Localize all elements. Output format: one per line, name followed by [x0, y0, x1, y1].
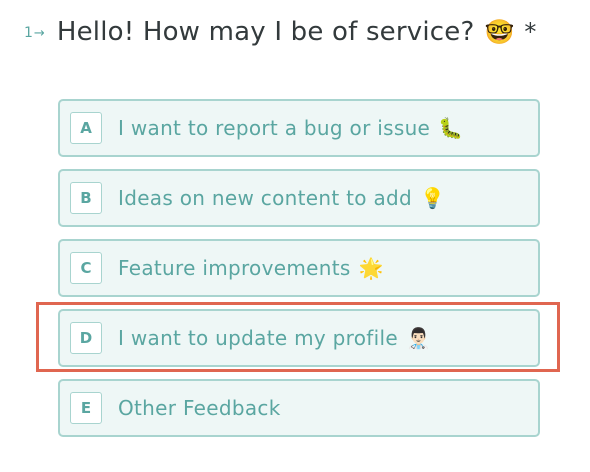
question-title: Hello! How may I be of service?: [56, 17, 475, 47]
choice-key-c: C: [70, 252, 102, 284]
choice-key-b: B: [70, 182, 102, 214]
arrow-right-icon: →: [33, 25, 45, 41]
question-number-value: 1: [24, 25, 33, 41]
choice-label-e: Other Feedback: [118, 396, 281, 420]
choice-key-a: A: [70, 112, 102, 144]
choice-option-c[interactable]: C Feature improvements 🌟: [58, 239, 540, 297]
choice-option-e[interactable]: E Other Feedback: [58, 379, 540, 437]
lightbulb-icon: 💡: [420, 186, 445, 210]
choice-option-a[interactable]: A I want to report a bug or issue 🐛: [58, 99, 540, 157]
choice-label-b: Ideas on new content to add: [118, 186, 413, 210]
choice-option-b[interactable]: B Ideas on new content to add 💡: [58, 169, 540, 227]
glowing-star-icon: 🌟: [358, 256, 384, 280]
choice-label-a: I want to report a bug or issue: [118, 116, 431, 140]
choice-key-e: E: [70, 392, 102, 424]
nerd-face-icon: 🤓: [484, 18, 515, 46]
question-number: 1 →: [24, 25, 45, 41]
question-header: 1 → Hello! How may I be of service? 🤓 *: [24, 12, 536, 52]
choice-label-c: Feature improvements: [118, 256, 351, 280]
required-marker: *: [524, 18, 537, 46]
choice-list: A I want to report a bug or issue 🐛 B Id…: [58, 99, 540, 449]
bug-icon: 🐛: [438, 116, 464, 140]
highlight-annotation: [36, 302, 560, 372]
